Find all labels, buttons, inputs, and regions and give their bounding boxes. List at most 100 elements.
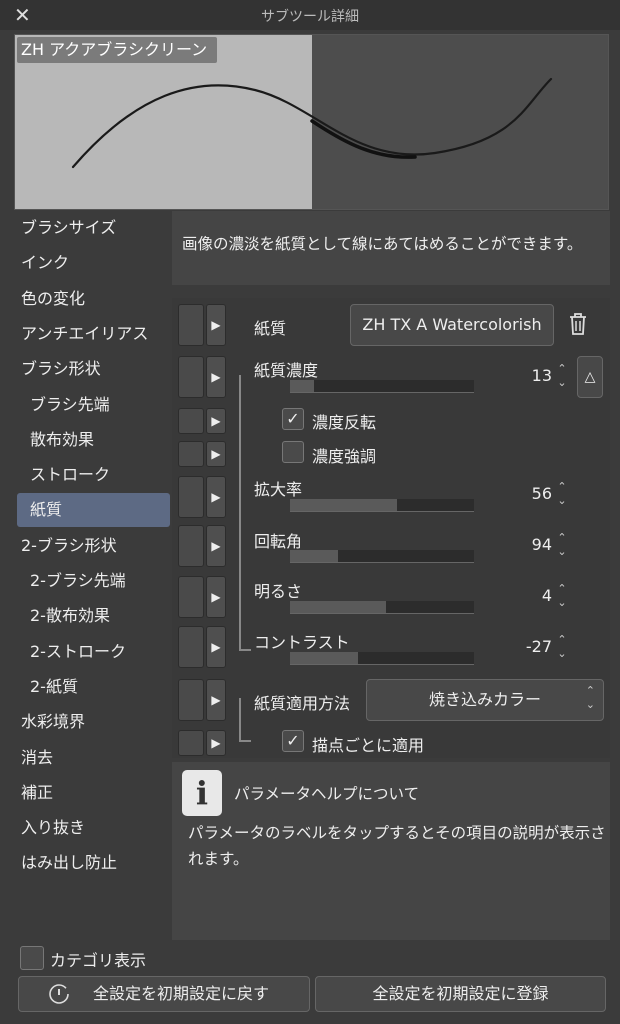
contrast-slider[interactable] — [290, 652, 474, 665]
emphasize-label[interactable]: 濃度強調 — [312, 443, 376, 467]
category-item[interactable]: ブラシサイズ — [14, 211, 170, 245]
category-item[interactable]: ブラシ形状 — [14, 352, 170, 386]
apply-method-value: 焼き込みカラー — [428, 690, 541, 709]
reset-all-label: 全設定を初期設定に戻す — [92, 984, 269, 1003]
display-toggle-button[interactable] — [178, 304, 204, 346]
help-body: パラメータのラベルをタップするとその項目の説明が表示されます。 — [188, 824, 606, 868]
window-title: サブツール詳細 — [261, 9, 359, 25]
display-toggle-button[interactable] — [178, 408, 204, 434]
category-item[interactable]: インク — [14, 246, 170, 280]
category-item[interactable]: ブラシ先端 — [14, 388, 170, 422]
display-toggle-button[interactable] — [178, 441, 204, 467]
group-bracket-end — [239, 649, 251, 651]
pressure-settings-icon[interactable]: △ — [577, 356, 603, 398]
scale-label[interactable]: 拡大率 — [254, 476, 302, 500]
category-item-label: ブラシ形状 — [21, 359, 101, 379]
category-item[interactable]: 補正 — [14, 776, 170, 810]
category-item-label: 入り抜き — [21, 818, 86, 838]
expand-arrow-icon[interactable]: ▶ — [206, 730, 226, 756]
category-item-label: 2-ブラシ先端 — [30, 571, 126, 590]
category-item[interactable]: 入り抜き — [14, 811, 170, 845]
expand-arrow-icon[interactable]: ▶ — [206, 356, 226, 398]
contrast-value[interactable]: -27 — [512, 637, 552, 656]
display-toggle-button[interactable] — [178, 476, 204, 518]
info-icon: i — [182, 770, 222, 816]
brightness-spinner[interactable]: ⌃ ⌄ — [554, 582, 570, 612]
category-item-label: 補正 — [21, 782, 54, 802]
category-item[interactable]: 散布効果 — [14, 423, 170, 457]
density-slider[interactable] — [290, 380, 474, 393]
apply-method-label[interactable]: 紙質適用方法 — [254, 690, 350, 714]
per-dab-label[interactable]: 描点ごとに適用 — [312, 732, 424, 756]
category-item-label: 2-ブラシ形状 — [21, 535, 117, 555]
category-item[interactable]: 水彩境界 — [14, 705, 170, 739]
density-spinner[interactable]: ⌃ ⌄ — [554, 362, 570, 392]
display-toggle-button[interactable] — [178, 626, 204, 668]
emphasize-checkbox[interactable] — [282, 441, 304, 463]
category-item[interactable]: 色の変化 — [14, 282, 170, 316]
invert-checkbox[interactable]: ✓ — [282, 408, 304, 430]
expand-arrow-icon[interactable]: ▶ — [206, 576, 226, 618]
brightness-value[interactable]: 4 — [512, 586, 552, 605]
category-item[interactable]: 2-ストローク — [14, 635, 170, 669]
help-title: パラメータヘルプについて — [234, 785, 420, 803]
texture-select-button[interactable]: ZH TX A Watercolorish — [350, 304, 554, 346]
expand-arrow-icon[interactable]: ▶ — [206, 476, 226, 518]
group-bracket-2 — [239, 698, 241, 742]
contrast-spinner[interactable]: ⌃ ⌄ — [554, 633, 570, 663]
show-category-label[interactable]: カテゴリ表示 — [50, 947, 146, 971]
expand-arrow-icon[interactable]: ▶ — [206, 304, 226, 346]
category-item-label: ストローク — [30, 465, 111, 485]
category-item[interactable]: ストローク — [14, 458, 170, 492]
register-default-label: 全設定を初期設定に登録 — [372, 984, 549, 1003]
expand-arrow-icon[interactable]: ▶ — [206, 441, 226, 467]
rotation-slider[interactable] — [290, 550, 474, 563]
expand-arrow-icon[interactable]: ▶ — [206, 679, 226, 721]
display-toggle-button[interactable] — [178, 525, 204, 567]
rotation-spinner[interactable]: ⌃ ⌄ — [554, 531, 570, 561]
category-item[interactable]: アンチエイリアス — [14, 317, 170, 351]
brightness-label[interactable]: 明るさ — [254, 578, 302, 602]
category-item[interactable]: 2-紙質 — [14, 670, 170, 704]
invert-label[interactable]: 濃度反転 — [312, 409, 376, 433]
chevron-updown-icon: ⌃ ⌄ — [585, 684, 595, 711]
category-item[interactable]: 2-ブラシ形状 — [14, 529, 170, 563]
expand-arrow-icon[interactable]: ▶ — [206, 408, 226, 434]
expand-arrow-icon[interactable]: ▶ — [206, 626, 226, 668]
scale-slider[interactable] — [290, 499, 474, 512]
per-dab-checkbox[interactable]: ✓ — [282, 730, 304, 752]
rotation-label[interactable]: 回転角 — [254, 528, 302, 552]
display-toggle-button[interactable] — [178, 356, 204, 398]
scale-spinner[interactable]: ⌃ ⌄ — [554, 480, 570, 510]
brush-name-label: ZH アクアブラシクリーン — [17, 37, 218, 63]
category-item-label: 水彩境界 — [21, 712, 86, 732]
expand-arrow-icon[interactable]: ▶ — [206, 525, 226, 567]
category-item[interactable]: はみ出し防止 — [14, 846, 170, 880]
density-label[interactable]: 紙質濃度 — [254, 357, 318, 381]
register-default-button[interactable]: 全設定を初期設定に登録 — [315, 976, 606, 1012]
brush-preview: ZH アクアブラシクリーン — [14, 34, 609, 210]
rotation-value[interactable]: 94 — [512, 535, 552, 554]
title-bar: ✕ サブツール詳細 — [0, 0, 620, 30]
reset-all-button[interactable]: 全設定を初期設定に戻す — [18, 976, 310, 1012]
display-toggle-button[interactable] — [178, 730, 204, 756]
display-toggle-button[interactable] — [178, 679, 204, 721]
category-item-label: 消去 — [21, 747, 54, 767]
scale-value[interactable]: 56 — [512, 484, 552, 503]
category-item[interactable]: 消去 — [14, 741, 170, 775]
density-value[interactable]: 13 — [512, 366, 552, 385]
category-item[interactable]: 2-散布効果 — [14, 599, 170, 633]
rotation-slider-fill — [290, 550, 338, 562]
category-item[interactable]: 2-ブラシ先端 — [14, 564, 170, 598]
trash-icon[interactable] — [568, 312, 588, 340]
brightness-slider[interactable] — [290, 601, 474, 614]
category-item-label: 紙質 — [30, 500, 63, 520]
category-item-label: 散布効果 — [30, 429, 95, 449]
texture-label[interactable]: 紙質 — [254, 315, 286, 339]
display-toggle-button[interactable] — [178, 576, 204, 618]
contrast-label[interactable]: コントラスト — [254, 629, 350, 653]
apply-method-select[interactable]: 焼き込みカラー ⌃ ⌄ — [366, 679, 604, 721]
category-item[interactable]: 紙質 — [17, 493, 170, 528]
category-item-label: 2-ストローク — [30, 641, 126, 661]
show-category-checkbox[interactable] — [20, 946, 44, 970]
